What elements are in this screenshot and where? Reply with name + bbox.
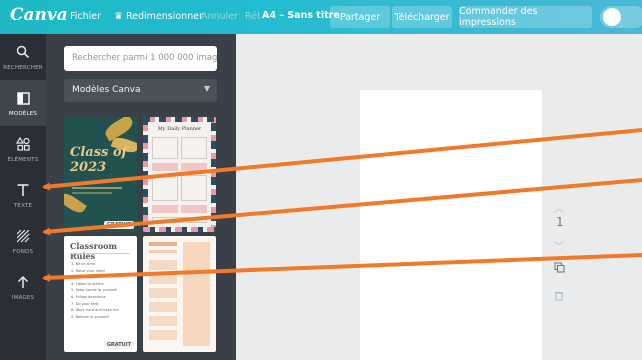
left-rail: RECHERCHER MODÈLES ÉLÉMENTS TEXTE FONDS … [0,34,46,360]
rule-line: 5. Keep hands to yourself [71,288,117,293]
rule-line: 6. Follow directions [71,294,106,299]
template-thumbnail-rules[interactable]: Classroom Rules 1. Be on time 2. Raise y… [64,236,137,352]
rule-line: 3. Be respectful [71,275,100,280]
templates-icon [16,89,30,107]
resize-button[interactable]: ♛ Redimensionner [114,11,203,22]
planner-box [181,163,207,171]
worksheet-block [149,316,177,326]
planner-box [181,137,207,159]
page-number: 1 [556,215,564,229]
file-menu[interactable]: Fichier [70,11,101,22]
toggle-knob [603,8,621,26]
planner-box [181,175,207,201]
rail-item-uploads[interactable]: IMAGES [0,264,46,310]
worksheet-block [149,250,177,253]
rail-label-text: TEXTE [13,203,33,209]
design-page[interactable] [360,90,542,360]
chevron-down-icon: ▼ [203,84,210,93]
planner-box [152,163,178,171]
download-button[interactable]: Télécharger [392,6,452,28]
template-thumbnail-class[interactable]: Class of 2023 GRATUIT [64,117,137,232]
rail-item-elements[interactable]: ÉLÉMENTS [0,126,46,172]
planner-box [152,175,178,201]
rail-item-search[interactable]: RECHERCHER [0,34,46,80]
floral-border [143,117,216,122]
planner-box [152,217,207,223]
document-title[interactable]: A4 – Sans titre [262,10,340,21]
worksheet-block [149,288,177,298]
rail-label-search: RECHERCHER [3,65,43,71]
planner-box [181,205,207,213]
share-button[interactable]: Partager [330,6,390,28]
canva-logo[interactable]: Canva [10,5,68,25]
rule-line: 8. Work hard and have fun [71,308,119,313]
rule-line: 4. Listen to others [71,281,104,286]
rule-line: 9. Believe in yourself [71,314,109,319]
templates-panel: Rechercher parmi 1 000 000 images Modèle… [46,34,236,360]
worksheet-block [149,260,177,270]
worksheet-block [149,274,177,284]
floral-border [143,227,216,232]
worksheet-block [149,302,177,312]
worksheet-column [183,242,210,346]
text-icon [16,181,30,199]
rail-label-backgrounds: FONDS [12,249,34,255]
rule-line: 1. Be on time [71,262,96,266]
rail-label-uploads: IMAGES [11,295,35,301]
move-down-icon[interactable]: ﹀ [554,238,564,253]
search-input[interactable]: Rechercher parmi 1 000 000 images [64,46,217,71]
rule-line: 7. Do your best [71,301,99,306]
floral-border [143,117,148,232]
backgrounds-icon [16,227,30,245]
template-category-value: Modèles Canva [72,85,141,95]
crown-icon: ♛ [114,11,123,22]
move-up-icon[interactable]: ︿ [554,200,564,215]
top-bar: Canva Fichier ♛ Redimensionner Annuler Ré… [0,0,642,34]
duplicate-page-icon[interactable] [554,262,565,276]
floral-border [211,117,216,232]
rule-line: 2. Raise your hand [71,268,105,273]
divider [72,187,122,189]
template-thumbnail-worksheet[interactable] [143,236,216,352]
template-category-select[interactable]: Modèles Canva ▼ [64,79,217,102]
toggle-switch[interactable] [600,6,642,28]
order-prints-button[interactable]: Commander des impressions [459,6,592,28]
template-title: Classroom Rules [70,241,117,261]
search-icon [16,43,30,61]
template-thumbnail-planner[interactable]: My Daily Planner [143,117,216,232]
planner-box [152,137,178,159]
worksheet-block [149,330,177,340]
resize-label: Redimensionner [125,11,203,22]
divider [70,253,130,254]
worksheet-block [149,242,177,246]
elements-icon [16,135,30,153]
redo-button[interactable]: Rét [245,11,261,22]
rail-item-text[interactable]: TEXTE [0,172,46,218]
template-title: Class of 2023 [70,145,128,175]
rail-label-templates: MODÈLES [8,111,38,117]
rail-item-backgrounds[interactable]: FONDS [0,218,46,264]
rail-label-elements: ÉLÉMENTS [7,157,39,163]
divider [72,192,112,194]
free-badge: GRATUIT [103,341,134,349]
template-title: My Daily Planner [157,126,202,132]
upload-icon [16,273,30,291]
rules-list: 1. Be on time 2. Raise your hand 3. Be r… [71,261,119,320]
undo-button[interactable]: Annuler [201,11,238,22]
delete-page-icon[interactable] [554,290,564,304]
planner-box [152,205,178,213]
rail-item-templates[interactable]: MODÈLES [0,80,46,126]
free-badge: GRATUIT [103,221,134,229]
